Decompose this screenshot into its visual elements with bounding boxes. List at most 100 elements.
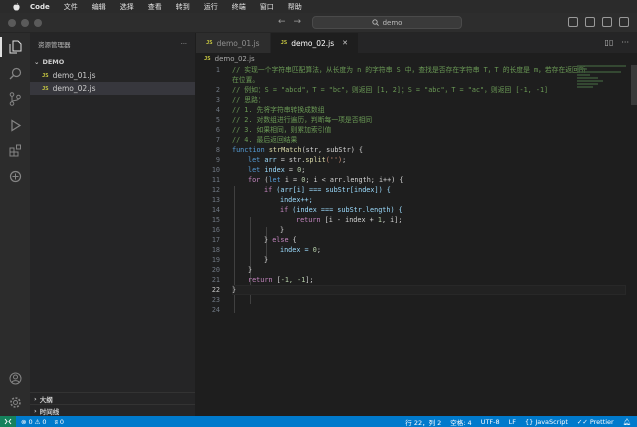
folder-section-demo[interactable]: ⌄ DEMO	[30, 55, 195, 69]
language-mode[interactable]: {} JavaScript	[525, 417, 568, 427]
close-window-button[interactable]	[8, 19, 16, 27]
command-center-label: demo	[382, 18, 403, 27]
code-line: 4// 1. 先将字符串转换成数组	[215, 106, 325, 114]
chevron-down-icon: ⌄	[34, 58, 40, 66]
back-arrow-icon[interactable]: ←	[278, 17, 286, 27]
split-editor-icon[interactable]: ▯▯	[605, 38, 614, 47]
activity-bar	[0, 33, 30, 416]
code-line: 1// 实现一个字符串匹配算法，从长度为 n 的字符串 S 中，查找是否存在字符…	[215, 66, 586, 74]
remote-indicator-icon[interactable]	[0, 416, 16, 427]
code-line: 7// 4. 最后返回结果	[215, 136, 298, 144]
minimize-window-button[interactable]	[21, 19, 29, 27]
error-icon: ⊗	[21, 417, 27, 426]
folder-name: DEMO	[42, 58, 65, 66]
code-line: 14 if (index === subStr.length) {	[211, 206, 403, 214]
file-name: demo_02.js	[52, 84, 96, 93]
code-line: 6// 3. 如果相同，则累加索引值	[215, 126, 332, 134]
code-line: 13 index++;	[211, 196, 313, 204]
js-file-icon: JS	[280, 40, 288, 46]
code-line: 12 if (arr[i] === subStr[index]) {	[211, 186, 391, 194]
menu-help[interactable]: 帮助	[288, 2, 302, 12]
notifications-bell-icon[interactable]: 🔔︎	[623, 417, 631, 427]
toggle-secondary-sidebar-icon[interactable]	[602, 17, 612, 27]
js-file-icon: JS	[42, 85, 49, 92]
run-debug-icon[interactable]	[8, 118, 22, 132]
code-line: 17} else {	[211, 236, 297, 244]
search-icon[interactable]	[8, 66, 22, 80]
remote-explorer-icon[interactable]	[8, 169, 22, 183]
code-line: 18 index = 0;	[211, 246, 321, 254]
extensions-icon[interactable]	[8, 143, 22, 157]
chevron-right-icon: ›	[34, 406, 37, 415]
encoding[interactable]: UTF-8	[481, 417, 500, 427]
code-line: 5// 2. 对数组进行遍历，判断每一项是否相同	[215, 116, 373, 124]
code-line: 9 let arr = str.split('');	[215, 156, 347, 164]
menu-app-code[interactable]: Code	[30, 3, 50, 11]
more-actions-icon[interactable]: ···	[621, 38, 629, 47]
code-line: 在位置。	[232, 76, 260, 84]
file-item-demo-02[interactable]: JS demo_02.js	[30, 82, 195, 95]
code-editor[interactable]: 1// 实现一个字符串匹配算法，从长度为 n 的字符串 S 中，查找是否存在字符…	[196, 65, 637, 416]
sidebar-title: 资源管理器	[38, 41, 71, 49]
code-line: 11 for (let i = 0; i < arr.length; i++) {	[211, 176, 404, 184]
editor-area: JS demo_01.js JS demo_02.js ✕ ▯▯ ··· JS …	[196, 33, 637, 416]
outline-section[interactable]: › 大纲	[30, 392, 195, 404]
tab-demo-01[interactable]: JS demo_01.js	[196, 33, 271, 53]
editor-scrollbar[interactable]	[631, 65, 637, 105]
menu-edit[interactable]: 编辑	[92, 2, 106, 12]
outline-label: 大纲	[39, 395, 53, 404]
menu-selection[interactable]: 选择	[120, 2, 134, 12]
maximize-window-button[interactable]	[34, 19, 42, 27]
forward-arrow-icon[interactable]: →	[294, 17, 302, 27]
menu-view[interactable]: 查看	[148, 2, 162, 12]
cursor-position[interactable]: 行 22，列 2	[405, 417, 441, 427]
breadcrumb: JS demo_02.js	[196, 53, 637, 65]
problems-indicator[interactable]: ⊗ 0 ⚠ 0	[21, 418, 47, 426]
toggle-panel-icon[interactable]	[585, 17, 595, 27]
menu-file[interactable]: 文件	[64, 2, 78, 12]
search-icon	[371, 19, 379, 26]
minimap[interactable]	[577, 65, 629, 155]
menu-window[interactable]: 窗口	[260, 2, 274, 12]
check-double-icon: ✓✓	[576, 417, 588, 426]
source-control-icon[interactable]	[8, 92, 22, 106]
gear-icon[interactable]	[8, 395, 22, 409]
layout-controls	[568, 17, 629, 27]
code-line: 23	[211, 296, 220, 304]
code-line: 19}	[211, 256, 269, 264]
warning-icon: ⚠	[34, 417, 41, 426]
code-line: 24	[211, 306, 220, 314]
indentation[interactable]: 空格: 4	[450, 417, 471, 427]
timeline-label: 时间线	[39, 407, 60, 416]
js-file-icon: JS	[206, 40, 213, 46]
more-actions-icon[interactable]: ···	[181, 40, 187, 48]
menu-go[interactable]: 转到	[176, 2, 190, 12]
command-center-search[interactable]: demo	[312, 16, 462, 29]
ports-indicator[interactable]: ʬ 0	[55, 418, 65, 426]
js-file-icon: JS	[204, 56, 211, 62]
close-icon[interactable]: ✕	[342, 39, 348, 47]
breadcrumb-file[interactable]: demo_02.js	[215, 55, 255, 63]
toggle-sidebar-icon[interactable]	[568, 17, 578, 27]
customize-layout-icon[interactable]	[619, 17, 629, 27]
tab-label: demo_01.js	[216, 38, 260, 48]
file-item-demo-01[interactable]: JS demo_01.js	[30, 69, 195, 82]
editor-tabs: JS demo_01.js JS demo_02.js ✕ ▯▯ ···	[196, 33, 637, 53]
prettier-status[interactable]: ✓✓ Prettier	[577, 417, 614, 427]
end-of-line[interactable]: LF	[509, 417, 516, 427]
apple-logo-icon[interactable]	[12, 2, 20, 11]
code-line-current: 22}	[196, 285, 637, 295]
macos-menubar: Code 文件 编辑 选择 查看 转到 运行 终端 窗口 帮助	[0, 0, 637, 13]
tab-demo-02[interactable]: JS demo_02.js ✕	[270, 33, 360, 53]
code-line: 21 return [-1, -1];	[211, 276, 314, 284]
window-controls	[8, 19, 42, 27]
timeline-section[interactable]: › 时间线	[30, 404, 195, 416]
menu-run[interactable]: 运行	[204, 2, 218, 12]
explorer-sidebar: 资源管理器 ··· ⌄ DEMO JS demo_01.js JS demo_0…	[30, 33, 196, 416]
tab-label: demo_02.js	[291, 38, 335, 48]
account-icon[interactable]	[8, 371, 22, 385]
active-indicator	[0, 37, 2, 57]
sidebar-bottom-panels: › 大纲 › 时间线	[30, 392, 195, 416]
menu-terminal[interactable]: 终端	[232, 2, 246, 12]
explorer-files-icon[interactable]	[8, 40, 22, 54]
